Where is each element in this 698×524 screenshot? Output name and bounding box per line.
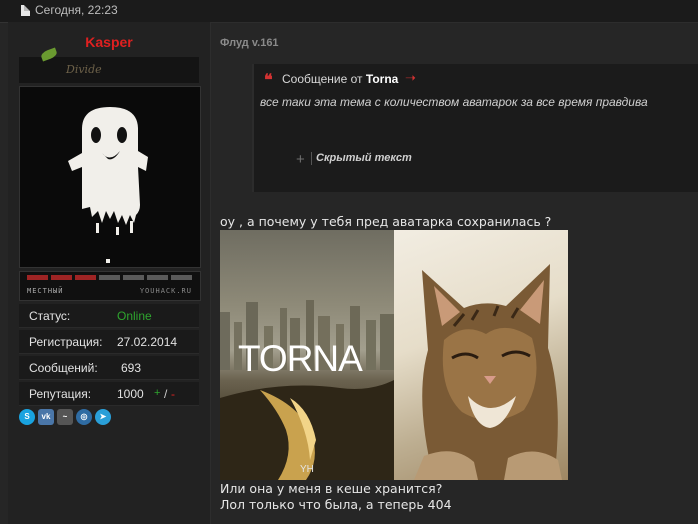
ghost-avatar-icon: [68, 107, 148, 263]
message-line: Или она у меня в кеше хранится?: [220, 481, 443, 496]
status-label: Статус:: [29, 309, 71, 323]
steam-icon[interactable]: ~: [57, 409, 73, 425]
expand-plus-icon[interactable]: +: [296, 151, 305, 168]
post-header-bar: Сегодня, 22:23: [0, 0, 698, 23]
hidden-separator: [311, 152, 312, 165]
document-icon: [21, 5, 30, 16]
rep-segment: [171, 275, 192, 280]
post-image[interactable]: TORNA YH: [220, 230, 568, 480]
quote-icon: ❝: [264, 70, 273, 89]
cat-image: [394, 230, 568, 480]
vk-icon[interactable]: vk: [38, 409, 54, 425]
rep-segment: [147, 275, 168, 280]
cat-photo-icon: [414, 264, 562, 480]
city-image: TORNA YH: [220, 230, 394, 480]
rep-segment: [27, 275, 48, 280]
registration-value: 27.02.2014: [117, 335, 178, 349]
go-to-post-arrow-icon[interactable]: ➝: [405, 70, 416, 86]
status-row: Статус: Online: [19, 304, 199, 328]
message-line: Лол только что была, а теперь 404: [220, 497, 452, 512]
registration-row: Регистрация: 27.02.2014: [19, 330, 199, 354]
quote-text: все таки эта тема с количеством аватарок…: [260, 95, 648, 109]
rep-segment: [75, 275, 96, 280]
telegram-icon[interactable]: ➤: [95, 409, 111, 425]
rep-segment: [123, 275, 144, 280]
skype-icon[interactable]: S: [19, 409, 35, 425]
hidden-text-toggle[interactable]: Скрытый текст: [316, 152, 412, 164]
registration-label: Регистрация:: [29, 335, 103, 349]
site-icon[interactable]: ◎: [76, 409, 92, 425]
reputation-row: Репутация: 1000 + / -: [19, 382, 199, 406]
quote-header-prefix: Сообщение от: [282, 72, 363, 86]
posts-row: Сообщений: 693: [19, 356, 199, 380]
posts-value[interactable]: 693: [121, 361, 141, 375]
reputation-minus-button[interactable]: -: [171, 387, 175, 401]
username[interactable]: Kasper: [8, 34, 210, 50]
quote-border: [252, 64, 254, 192]
image-corner-text: YH: [300, 464, 314, 475]
post-date: Сегодня, 22:23: [35, 3, 118, 17]
user-sidebar: Kasper Divide МЕСТНЫЙ YOUHACK.RU Статус:…: [8, 22, 211, 524]
avatar[interactable]: [19, 86, 201, 268]
posts-label: Сообщений:: [29, 361, 98, 375]
reputation-plus-button[interactable]: +: [154, 387, 160, 399]
image-overlay-text: TORNA: [238, 338, 363, 379]
reputation-slash: /: [164, 387, 168, 401]
message-line: оу , а почему у тебя пред аватарка сохра…: [220, 214, 552, 229]
rep-segment: [99, 275, 120, 280]
quote-block: ❝ Сообщение от Torna ➝ все таки эта тема…: [252, 64, 698, 192]
reputation-bar: МЕСТНЫЙ YOUHACK.RU: [19, 271, 201, 301]
user-title: Divide: [66, 63, 102, 76]
thread-title[interactable]: Флуд v.161: [220, 37, 279, 49]
rep-segment: [51, 275, 72, 280]
reputation-value: 1000: [117, 387, 144, 401]
rank-site: YOUHACK.RU: [139, 287, 192, 295]
quote-author[interactable]: Torna: [366, 72, 398, 86]
rank-label: МЕСТНЫЙ: [27, 287, 64, 295]
status-value: Online: [117, 309, 152, 323]
user-title-banner: Divide: [19, 47, 199, 83]
content-divider: [210, 22, 698, 23]
quote-header: Сообщение от Torna: [282, 72, 398, 86]
reputation-label: Репутация:: [29, 387, 92, 401]
